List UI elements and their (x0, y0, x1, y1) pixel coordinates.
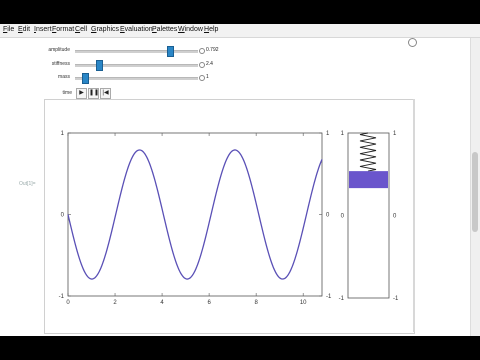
menu-cell[interactable]: Cell (75, 26, 87, 33)
expand-controls-icon[interactable] (199, 62, 205, 68)
menu-bar: File Edit Insert Format Cell Graphics Ev… (0, 24, 480, 38)
x-tick-label: 4 (160, 300, 164, 306)
y-tick-label: -1 (59, 294, 65, 300)
menu-insert[interactable]: Insert (34, 26, 52, 33)
menu-format[interactable]: Format (52, 26, 74, 33)
slider-thumb-0[interactable] (167, 46, 175, 57)
menu-evaluation[interactable]: Evaluation (120, 26, 153, 33)
menu-window[interactable]: Window (178, 26, 203, 33)
x-tick-label: 8 (254, 300, 258, 306)
slider-value-2: 1 (206, 74, 209, 80)
y-tick-label: 1 (61, 131, 65, 137)
spring-frame (347, 132, 390, 299)
menu-help[interactable]: Help (204, 26, 218, 33)
spring-coil (359, 132, 377, 172)
expand-controls-icon[interactable] (199, 48, 205, 54)
notebook-window: File Edit Insert Format Cell Graphics Ev… (0, 24, 480, 336)
y-tick-label-right: -1 (326, 294, 332, 300)
close-icon[interactable] (408, 38, 417, 47)
spring-y-tick-label: 1 (341, 131, 345, 137)
manipulate-output: 0 2 4 6 8 10 1 0 -1 1 0 -1 1 0 -1 1 0 -1 (44, 99, 415, 334)
spring-y-tick-label-right: 1 (393, 131, 397, 137)
slider-label-1: stiffness (51, 61, 70, 67)
y-tick-label-right: 0 (326, 213, 330, 219)
slider-track-2[interactable] (75, 77, 198, 80)
menu-file[interactable]: File (3, 26, 14, 33)
x-tick-label: 2 (113, 300, 117, 306)
slider-value-1: 2.4 (206, 61, 213, 67)
spring-y-tick-label-right: 0 (393, 214, 397, 220)
slider-label-2: mass (58, 74, 70, 80)
displacement-curve (67, 149, 323, 280)
y-tick-label-right: 1 (326, 131, 330, 137)
reset-button[interactable]: |◀ (100, 88, 111, 99)
spring-y-tick-label: 0 (341, 214, 345, 220)
slider-thumb-1[interactable] (96, 60, 104, 71)
slider-label-0: amplitude (48, 47, 70, 53)
expand-controls-icon[interactable] (199, 75, 205, 81)
play-button[interactable]: ▶ (76, 88, 87, 99)
menu-palettes[interactable]: Palettes (152, 26, 177, 33)
output-label: Out[1]= (19, 181, 36, 187)
menu-graphics[interactable]: Graphics (91, 26, 119, 33)
menu-edit[interactable]: Edit (18, 26, 30, 33)
graphics-output: 0 2 4 6 8 1010-110-110-110-1 (59, 131, 399, 306)
time-label: time (62, 90, 72, 96)
slider-thumb-2[interactable] (82, 73, 90, 84)
x-tick-label: 10 (300, 300, 307, 306)
x-tick-label: 0 (66, 300, 70, 306)
spring-mass (349, 171, 388, 189)
spring-y-tick-label: -1 (339, 296, 345, 302)
slider-track-0[interactable] (75, 50, 198, 53)
spring-y-tick-label-right: -1 (393, 296, 399, 302)
slider-value-0: 0.792 (206, 47, 219, 53)
scroll-thumb[interactable] (472, 152, 478, 232)
slider-track-1[interactable] (75, 64, 198, 67)
y-tick-label: 0 (61, 213, 65, 219)
cell-bracket[interactable] (413, 99, 415, 332)
x-tick-label: 6 (207, 300, 211, 306)
pause-button[interactable]: ❚❚ (88, 88, 99, 99)
